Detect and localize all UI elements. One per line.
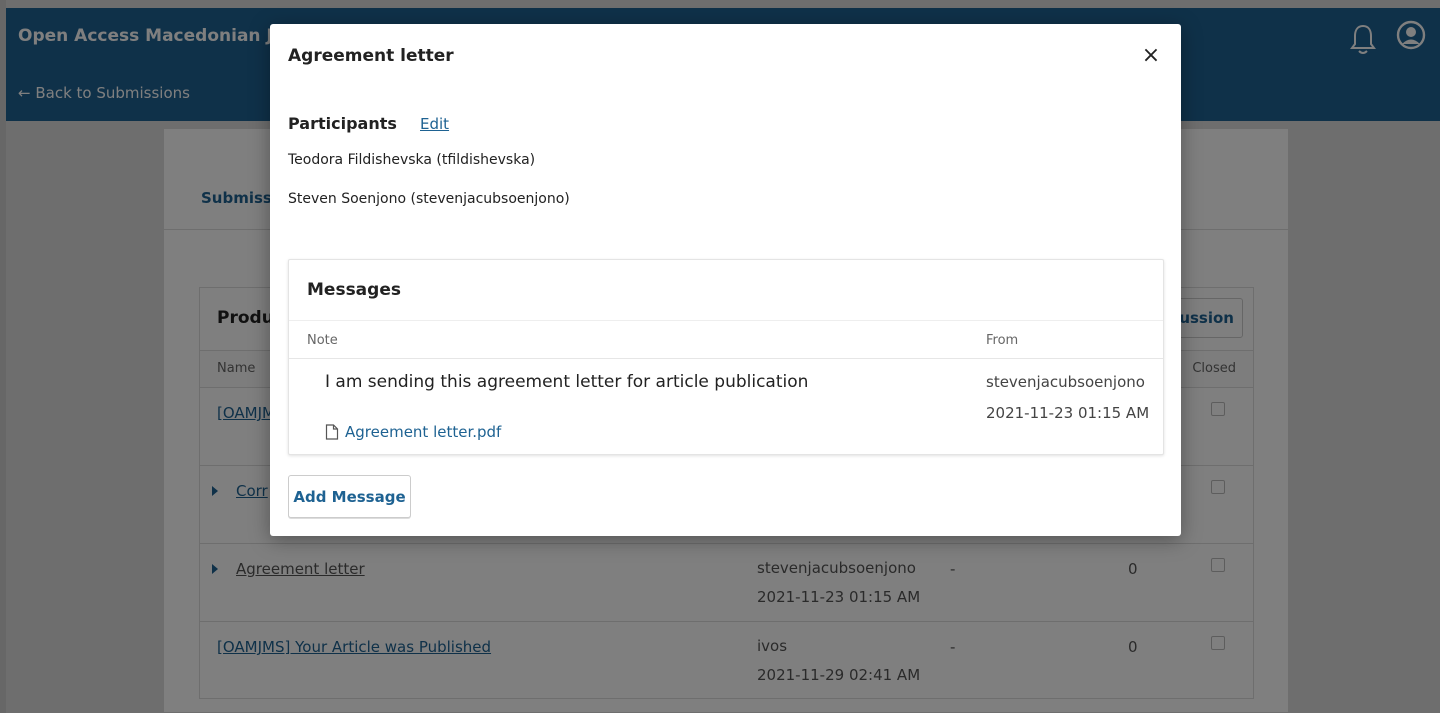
modal-title: Agreement letter [288,46,454,66]
attachment-link[interactable]: Agreement letter.pdf [325,423,501,441]
messages-panel: Messages Note From I am sending this agr… [288,259,1164,455]
agreement-letter-modal: Agreement letter × Participants Edit Teo… [270,24,1181,536]
participant-item: Teodora Fildishevska (tfildishevska) [288,152,536,168]
message-from-user: stevenjacubsoenjono [986,373,1145,391]
edit-participants-link[interactable]: Edit [420,115,449,133]
file-icon [325,424,339,440]
message-date: 2021-11-23 01:15 AM [986,404,1150,422]
attachment-filename[interactable]: Agreement letter.pdf [345,423,501,441]
column-header-from: From [986,333,1019,348]
participant-item: Steven Soenjono (stevenjacubsoenjono) [288,191,570,207]
messages-header-row: Note From [289,320,1163,359]
close-icon[interactable]: × [1139,44,1163,68]
column-header-note: Note [307,333,338,348]
message-note-text: I am sending this agreement letter for a… [325,372,809,392]
participants-heading: Participants [288,114,397,133]
messages-title: Messages [307,280,401,300]
add-message-button[interactable]: Add Message [288,475,411,518]
